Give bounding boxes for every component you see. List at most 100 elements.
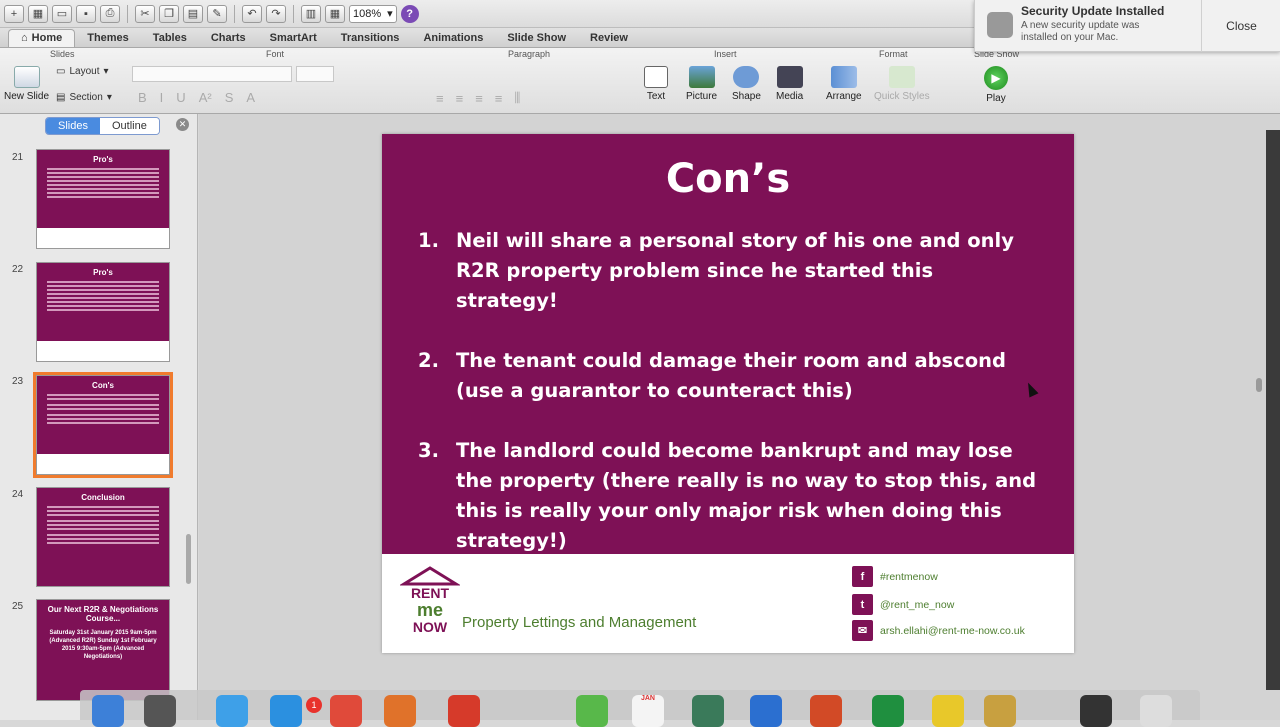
slide-thumbnail-25[interactable]: Our Next R2R & Negotiations Course... Sa… <box>36 599 170 701</box>
logo-text-now: NOW <box>413 619 448 635</box>
chrome-icon[interactable] <box>330 695 362 727</box>
notification-title: Security Update Installed <box>1021 4 1165 18</box>
photos-icon[interactable] <box>692 695 724 727</box>
arrange-button[interactable]: Arrange <box>826 66 862 102</box>
slides-tab[interactable]: Slides <box>46 118 100 134</box>
screen-recorder-icon[interactable] <box>1080 695 1112 727</box>
align-left-icon[interactable]: ≡ <box>436 91 444 106</box>
paragraph-align-buttons[interactable]: ≡ ≡ ≡ ≡ ⫼ <box>436 90 520 106</box>
section-button[interactable]: ▤ Section ▾ <box>56 92 112 103</box>
tab-themes[interactable]: Themes <box>75 29 141 47</box>
insert-shape-button[interactable]: Shape <box>732 66 761 102</box>
tab-smartart[interactable]: SmartArt <box>258 29 329 47</box>
security-notification[interactable]: Security Update Installed A new security… <box>974 0 1280 52</box>
insert-picture-button[interactable]: Picture <box>686 66 717 102</box>
app-store-icon[interactable] <box>270 695 302 727</box>
editor-scrollbar[interactable] <box>1256 378 1262 392</box>
excel-icon[interactable] <box>872 695 904 727</box>
firefox-icon[interactable] <box>384 695 416 727</box>
spotify-icon[interactable] <box>576 695 608 727</box>
logo-text-rent: RENT <box>411 585 450 601</box>
text-color-icon[interactable]: A <box>246 90 255 105</box>
print-icon[interactable]: ⎙ <box>100 4 120 23</box>
html5-app-icon[interactable] <box>448 695 480 727</box>
insert-text-button[interactable]: Text <box>644 66 668 102</box>
tab-slide-show[interactable]: Slide Show <box>495 29 578 47</box>
bold-icon[interactable]: B <box>138 90 147 105</box>
close-pane-icon[interactable]: ✕ <box>176 118 189 131</box>
slide-sorter-icon[interactable]: ▦ <box>325 4 345 23</box>
tab-home[interactable]: ⌂ Home <box>8 28 76 47</box>
font-format-buttons[interactable]: B I U A² S A <box>138 90 255 105</box>
format-painter-icon[interactable]: ✎ <box>207 4 227 23</box>
calendar-icon[interactable]: JAN <box>632 695 664 727</box>
twitter-icon: t <box>852 594 873 615</box>
open-icon[interactable]: ▭ <box>52 4 72 23</box>
save-icon[interactable]: ▪ <box>76 4 96 23</box>
finder-icon[interactable] <box>92 695 124 727</box>
notification-close-button[interactable]: Close <box>1201 0 1280 52</box>
new-presentation-icon[interactable]: + <box>4 4 24 23</box>
trash-icon[interactable] <box>1140 695 1172 727</box>
insert-picture-label: Picture <box>686 91 718 102</box>
quick-styles-label: Quick Styles <box>874 91 930 102</box>
strikethrough-icon[interactable]: S <box>225 90 234 105</box>
tab-charts[interactable]: Charts <box>199 29 258 47</box>
copy-icon[interactable]: ❐ <box>159 4 179 23</box>
insert-media-button[interactable]: Media <box>776 66 803 102</box>
list-number: 2. <box>418 349 439 372</box>
font-name-field[interactable] <box>132 66 292 82</box>
system-preferences-icon[interactable] <box>144 695 176 727</box>
current-slide[interactable]: Con’s 1. Neil will share a personal story… <box>382 134 1074 653</box>
outline-tab[interactable]: Outline <box>99 118 159 134</box>
paste-icon[interactable]: ▤ <box>183 4 203 23</box>
group-label-paragraph: Paragraph <box>508 49 551 59</box>
social-text: #rentmenow <box>880 570 938 583</box>
slide-thumbnail-21[interactable]: Pro's <box>36 149 170 249</box>
superscript-icon[interactable]: A² <box>199 90 212 105</box>
tab-tables[interactable]: Tables <box>141 29 199 47</box>
list-text: Neil will share a personal story of his … <box>456 229 1014 312</box>
layout-button[interactable]: ▭ Layout ▾ <box>56 66 109 77</box>
safari-icon[interactable] <box>216 695 248 727</box>
underline-icon[interactable]: U <box>176 90 185 105</box>
templates-icon[interactable]: ▦ <box>28 4 48 23</box>
new-slide-button[interactable]: New Slide <box>4 66 49 102</box>
slide-thumbnail-23[interactable]: Con's <box>33 372 173 478</box>
slide-thumbnail-22[interactable]: Pro's <box>36 262 170 362</box>
search-app-icon[interactable] <box>932 695 964 727</box>
insert-shape-label: Shape <box>732 91 761 102</box>
columns-icon[interactable]: ⫼ <box>514 90 520 106</box>
cut-icon[interactable]: ✂ <box>135 4 155 23</box>
home-icon: ⌂ <box>21 32 28 44</box>
redo-icon[interactable]: ↷ <box>266 4 286 23</box>
word-icon[interactable] <box>750 695 782 727</box>
email-icon: ✉ <box>852 620 873 641</box>
ribbon: Slides Font Paragraph Insert Format Slid… <box>0 48 1280 114</box>
tab-animations[interactable]: Animations <box>411 29 495 47</box>
undo-icon[interactable]: ↶ <box>242 4 262 23</box>
justify-icon[interactable]: ≡ <box>495 91 503 106</box>
powerpoint-icon[interactable] <box>810 695 842 727</box>
slide-body[interactable]: 1. Neil will share a personal story of hi… <box>418 226 1038 586</box>
tab-transitions[interactable]: Transitions <box>329 29 412 47</box>
insert-media-label: Media <box>776 91 804 102</box>
zoom-select[interactable]: 108% ▾ <box>349 4 397 23</box>
italic-icon[interactable]: I <box>160 90 164 105</box>
group-label-format: Format <box>879 49 908 59</box>
app-icon[interactable] <box>984 695 1016 727</box>
quick-styles-button[interactable]: Quick Styles <box>874 66 930 102</box>
arrange-label: Arrange <box>826 91 862 102</box>
slides-pane-scrollbar[interactable] <box>186 534 191 584</box>
tab-review[interactable]: Review <box>578 29 640 47</box>
font-size-field[interactable] <box>296 66 334 82</box>
normal-view-icon[interactable]: ▥ <box>301 4 321 23</box>
play-button[interactable]: ▶ Play <box>984 66 1008 104</box>
align-right-icon[interactable]: ≡ <box>475 91 483 106</box>
group-label-insert: Insert <box>714 49 737 59</box>
help-icon[interactable]: ? <box>400 4 419 23</box>
slide-title[interactable]: Con’s <box>382 156 1074 202</box>
slide-thumbnail-24[interactable]: Conclusion <box>36 487 170 587</box>
notification-body: A new security update was installed on y… <box>1021 20 1140 43</box>
align-center-icon[interactable]: ≡ <box>456 91 464 106</box>
